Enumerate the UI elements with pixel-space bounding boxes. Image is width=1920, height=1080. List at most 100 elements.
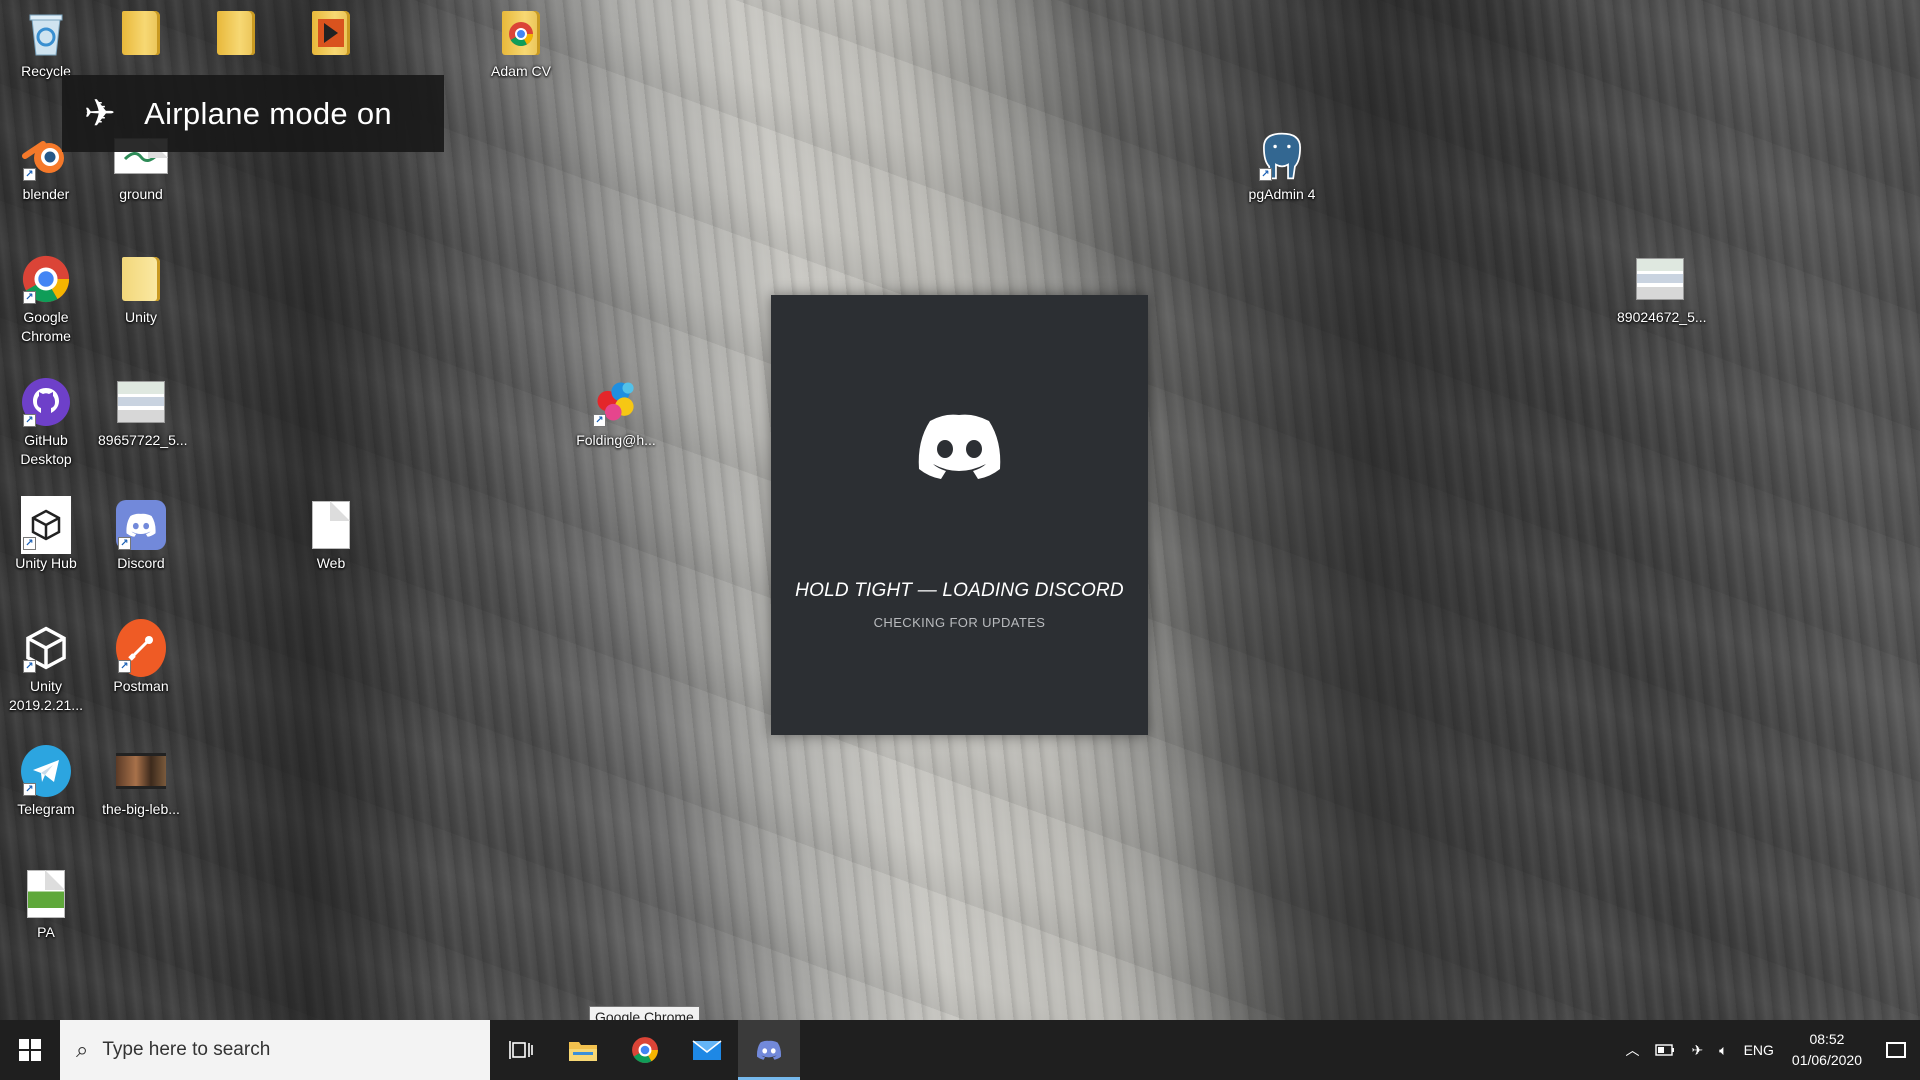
discord-loading-status: CHECKING FOR UPDATES	[873, 615, 1046, 630]
desktop-icon-recycle[interactable]: Recycle	[3, 8, 89, 81]
desktop-icon-unity-folder[interactable]: Unity	[98, 254, 184, 327]
folder-icon	[116, 254, 166, 304]
discord-taskbar-button[interactable]	[738, 1020, 800, 1080]
postman-icon: ↗	[116, 619, 166, 677]
desktop-icon-pgadmin[interactable]: ↗ pgAdmin 4	[1239, 131, 1325, 204]
file-explorer-button[interactable]	[552, 1020, 614, 1080]
discord-loading-title: HOLD TIGHT — LOADING DISCORD	[795, 580, 1124, 601]
search-icon: ⌕	[76, 1037, 89, 1062]
video-file-icon	[116, 746, 166, 796]
volume-icon[interactable]: 🔈︎	[1711, 1020, 1735, 1080]
desktop-icon-pa[interactable]: PA	[3, 869, 89, 942]
chrome-taskbar-button[interactable]	[614, 1020, 676, 1080]
discord-logo-icon	[918, 414, 1001, 479]
desktop-icon-label: Adam CV	[491, 63, 551, 79]
discord-icon: ↗	[116, 500, 166, 550]
mail-icon	[692, 1040, 722, 1060]
desktop-icon-label: Unity	[125, 309, 157, 325]
task-view-button[interactable]	[490, 1020, 552, 1080]
shortcut-arrow-icon: ↗	[23, 537, 36, 550]
desktop-icon-postman[interactable]: ↗ Postman	[98, 619, 184, 696]
airplane-icon: ✈	[84, 93, 117, 135]
windows-logo-icon	[19, 1039, 41, 1061]
desktop-icon-telegram[interactable]: ↗ Telegram	[3, 745, 89, 819]
desktop-icon-media-folder[interactable]	[288, 8, 374, 62]
desktop-icon-label: Postman	[113, 678, 169, 694]
discord-icon	[756, 1040, 782, 1060]
desktop-icon-label: pgAdmin 4	[1248, 186, 1316, 202]
desktop-icon-label: ground	[119, 186, 163, 202]
desktop-icon-label: Telegram	[17, 801, 75, 817]
file-explorer-icon	[569, 1042, 597, 1061]
pgadmin-elephant-icon: ↗	[1257, 131, 1307, 181]
desktop-icon-label: blender	[22, 186, 70, 202]
chrome-icon: ↗	[21, 254, 71, 304]
notification-icon	[1886, 1042, 1906, 1058]
shortcut-arrow-icon: ↗	[23, 291, 36, 304]
show-hidden-icons-chevron-icon[interactable]: ︿	[1617, 1020, 1647, 1080]
desktop-icon-unity-2019[interactable]: ↗ Unity 2019.2.21...	[3, 623, 89, 715]
desktop-icon-discord[interactable]: ↗ Discord	[98, 500, 184, 573]
desktop-icon-image-89024672[interactable]: 89024672_5...	[1617, 254, 1707, 327]
taskbar-search-box[interactable]: ⌕ Type here to search	[60, 1020, 490, 1080]
folder-media-icon	[306, 8, 356, 58]
telegram-icon: ↗	[21, 745, 71, 797]
desktop-icon-image-89657722[interactable]: 89657722_5...	[98, 377, 188, 450]
recycle-bin-icon	[21, 8, 71, 58]
document-icon	[21, 869, 71, 919]
desktop-icon-label: Folding@h...	[576, 432, 656, 448]
shortcut-arrow-icon: ↗	[118, 660, 131, 673]
airplane-mode-notification[interactable]: ✈ Airplane mode on	[62, 75, 444, 152]
airplane-mode-icon[interactable]: ✈	[1683, 1020, 1711, 1080]
folding-at-home-icon: ↗	[591, 377, 641, 427]
action-center-button[interactable]	[1872, 1020, 1920, 1080]
clock-time: 08:52	[1809, 1031, 1845, 1047]
desktop-icon-folding-at-home[interactable]: ↗ Folding@h...	[573, 377, 659, 450]
image-file-icon	[1635, 254, 1685, 304]
desktop-icon-label: Google Chrome	[21, 309, 71, 344]
mail-taskbar-button[interactable]	[676, 1020, 738, 1080]
unity-hub-icon: ↗	[21, 496, 71, 554]
desktop-icon-big-lebowski[interactable]: the-big-leb...	[98, 746, 184, 819]
search-placeholder: Type here to search	[102, 1039, 271, 1060]
folder-chrome-icon	[496, 8, 546, 58]
desktop-icon-folder[interactable]	[193, 8, 279, 62]
github-icon: ↗	[21, 377, 71, 427]
shortcut-arrow-icon: ↗	[23, 783, 36, 796]
desktop-icon-unity-hub[interactable]: ↗ Unity Hub	[3, 496, 89, 573]
desktop-icon-label: PA	[37, 924, 55, 940]
blank-file-icon	[306, 500, 356, 550]
shortcut-arrow-icon: ↗	[23, 414, 36, 427]
taskbar: ⌕ Type here to search ︿ ✈ 🔈︎ ENG 08:52 0…	[0, 1020, 1920, 1080]
language-indicator[interactable]: ENG	[1736, 1020, 1782, 1080]
desktop-icon-label: GitHub Desktop	[20, 432, 72, 467]
desktop-icon-folder[interactable]	[98, 8, 184, 62]
shortcut-arrow-icon: ↗	[593, 414, 606, 427]
unity-icon: ↗	[21, 623, 71, 673]
discord-loading-splash: HOLD TIGHT — LOADING DISCORD CHECKING FO…	[771, 295, 1148, 735]
desktop-icon-label: Unity Hub	[15, 555, 77, 571]
airplane-mode-text: Airplane mode on	[144, 95, 392, 131]
start-button[interactable]	[0, 1020, 60, 1080]
system-tray: ︿ ✈ 🔈︎ ENG 08:52 01/06/2020	[1617, 1020, 1920, 1080]
desktop-icon-label: Unity 2019.2.21...	[9, 678, 83, 713]
image-file-icon	[116, 377, 166, 427]
wallpaper-shadow	[1160, 0, 1580, 1020]
desktop-icon-label: 89657722_5...	[98, 432, 188, 448]
chrome-icon	[632, 1037, 658, 1063]
desktop-icon-github-desktop[interactable]: ↗ GitHub Desktop	[3, 377, 89, 469]
shortcut-arrow-icon: ↗	[1259, 168, 1272, 181]
folder-icon	[211, 8, 261, 58]
taskbar-clock[interactable]: 08:52 01/06/2020	[1782, 1029, 1872, 1071]
desktop-icon-label: Web	[316, 555, 346, 571]
task-view-icon	[509, 1041, 533, 1059]
desktop-icon-label: 89024672_5...	[1617, 309, 1707, 325]
battery-icon[interactable]	[1647, 1020, 1683, 1080]
shortcut-arrow-icon: ↗	[23, 660, 36, 673]
desktop-icon-adam-cv[interactable]: Adam CV	[478, 8, 564, 81]
desktop-icon-web[interactable]: Web	[288, 500, 374, 573]
folder-icon	[116, 8, 166, 58]
shortcut-arrow-icon: ↗	[118, 537, 131, 550]
desktop-icon-label: the-big-leb...	[102, 801, 180, 817]
desktop-icon-google-chrome[interactable]: ↗ Google Chrome	[3, 254, 89, 346]
